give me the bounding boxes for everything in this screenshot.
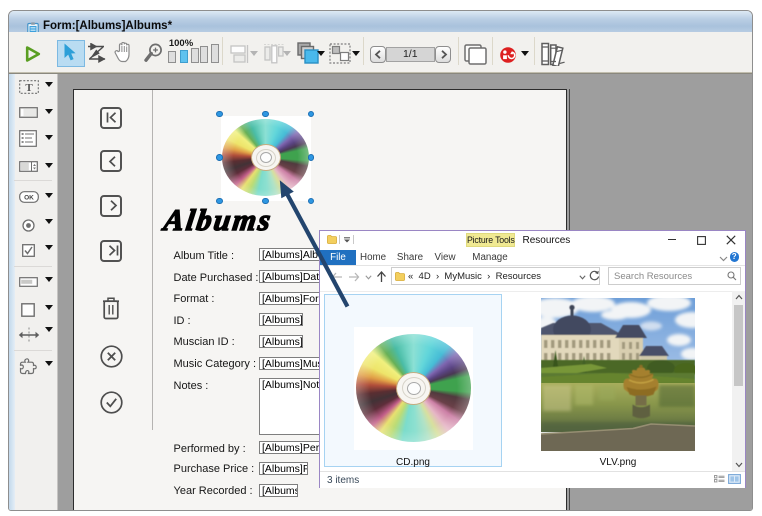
svg-text:OK: OK <box>24 194 34 201</box>
svg-text:T: T <box>25 82 33 94</box>
